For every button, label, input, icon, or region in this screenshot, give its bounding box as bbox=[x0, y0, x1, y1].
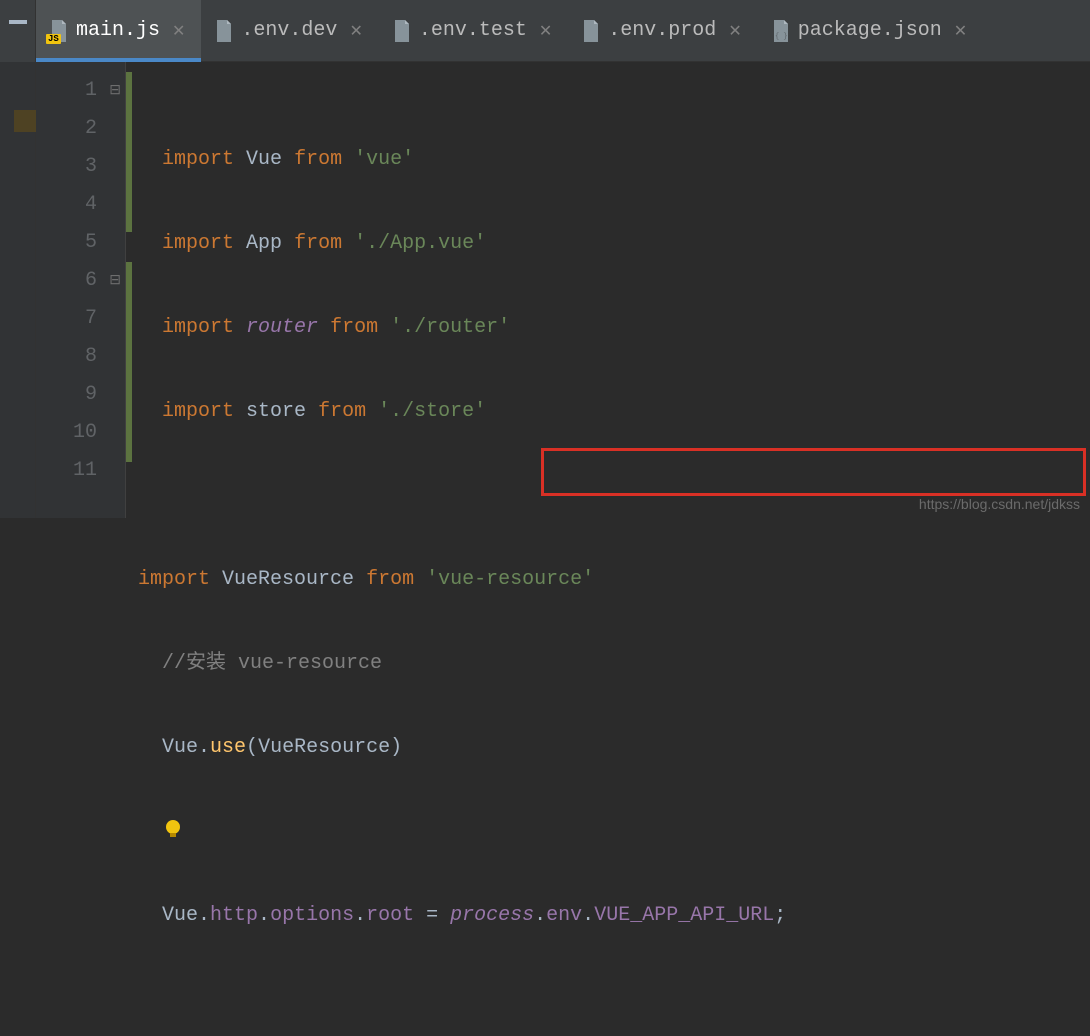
tab-label: package.json bbox=[798, 19, 942, 42]
line-number: 11 bbox=[73, 459, 97, 482]
file-icon bbox=[215, 20, 233, 42]
tab-env-dev[interactable]: .env.dev ✕ bbox=[201, 0, 378, 62]
js-file-icon: JS bbox=[50, 20, 68, 42]
fold-icon[interactable]: ⊟ bbox=[109, 72, 121, 110]
code-line: Vue.use(VueResource) bbox=[162, 729, 786, 767]
line-number-gutter: 1 ⊟ 2 3 4 5 6 ⊟ 7 8 9 10 11 bbox=[36, 62, 126, 518]
intention-bulb-icon[interactable] bbox=[162, 817, 184, 839]
close-icon[interactable]: ✕ bbox=[954, 21, 967, 41]
code-line: import router from './router' bbox=[162, 309, 786, 347]
tab-main-js[interactable]: JS main.js ✕ bbox=[36, 0, 201, 62]
bookmark-marker bbox=[14, 110, 36, 132]
tab-label: main.js bbox=[76, 19, 160, 42]
file-icon bbox=[582, 20, 600, 42]
tab-label: .env.prod bbox=[608, 19, 716, 42]
close-icon[interactable]: ✕ bbox=[539, 21, 552, 41]
close-icon[interactable]: ✕ bbox=[349, 21, 362, 41]
tab-label: .env.test bbox=[419, 19, 527, 42]
code-line bbox=[162, 477, 786, 515]
fold-icon[interactable]: ⊟ bbox=[109, 262, 121, 300]
close-icon[interactable]: ✕ bbox=[728, 21, 741, 41]
editor-left-margin bbox=[0, 62, 36, 518]
code-area[interactable]: import Vue from 'vue' import App from '.… bbox=[126, 62, 786, 518]
vcs-change-markers bbox=[126, 62, 132, 518]
code-line: Vue.http.options.root = process.env.VUE_… bbox=[162, 897, 786, 935]
code-line bbox=[162, 813, 786, 851]
line-number: 4 bbox=[85, 193, 97, 216]
file-icon bbox=[393, 20, 411, 42]
code-line bbox=[162, 981, 786, 1019]
line-number: 1 bbox=[85, 79, 97, 102]
line-number: 8 bbox=[85, 345, 97, 368]
minimize-icon bbox=[9, 20, 27, 24]
line-number: 6 bbox=[85, 269, 97, 292]
code-line: import VueResource from 'vue-resource' bbox=[138, 561, 786, 599]
code-line: import Vue from 'vue' bbox=[162, 141, 786, 179]
tab-env-test[interactable]: .env.test ✕ bbox=[379, 0, 568, 62]
line-number: 10 bbox=[73, 421, 97, 444]
code-editor[interactable]: 1 ⊟ 2 3 4 5 6 ⊟ 7 8 9 10 11 import Vue fro… bbox=[36, 62, 1090, 518]
tab-package-json[interactable]: { } package.json ✕ bbox=[758, 0, 983, 62]
line-number: 5 bbox=[85, 231, 97, 254]
line-number: 3 bbox=[85, 155, 97, 178]
close-icon[interactable]: ✕ bbox=[172, 21, 185, 41]
code-line: import store from './store' bbox=[162, 393, 786, 431]
line-number: 7 bbox=[85, 307, 97, 330]
code-line: //安装 vue-resource bbox=[162, 645, 786, 683]
tool-window-strip[interactable] bbox=[0, 0, 36, 62]
json-file-icon: { } bbox=[772, 20, 790, 42]
watermark-text: https://blog.csdn.net/jdkss bbox=[919, 496, 1080, 512]
line-number: 9 bbox=[85, 383, 97, 406]
line-number: 2 bbox=[85, 117, 97, 140]
tab-env-prod[interactable]: .env.prod ✕ bbox=[568, 0, 757, 62]
editor-tabs: JS main.js ✕ .env.dev ✕ .env.test ✕ .env… bbox=[36, 0, 1090, 62]
tab-label: .env.dev bbox=[241, 19, 337, 42]
code-line: import App from './App.vue' bbox=[162, 225, 786, 263]
svg-text:{ }: { } bbox=[775, 33, 788, 41]
